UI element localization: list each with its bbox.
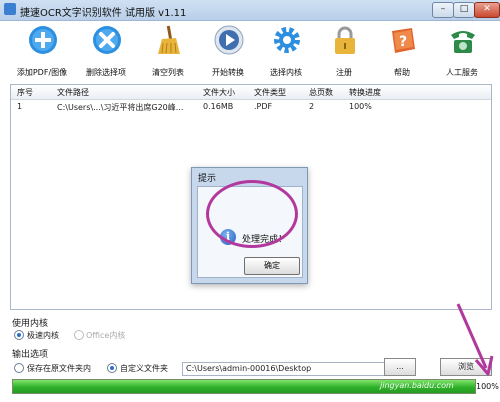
ok-button[interactable]: 确定: [244, 257, 300, 275]
watermark-text: jingyan.baidu.com: [380, 381, 454, 390]
column-header[interactable]: 文件路径: [57, 87, 89, 98]
engine-office-radio[interactable]: [74, 330, 84, 340]
gear-icon: [274, 27, 300, 53]
help-button[interactable]: ? 帮助: [372, 21, 432, 79]
highlight-ellipse: [206, 180, 298, 248]
column-header[interactable]: 总页数: [309, 87, 333, 98]
delete-selected-label: 删除选择项: [86, 68, 126, 77]
clear-list-button[interactable]: 清空列表: [138, 21, 198, 79]
row-page-count: 2: [309, 102, 315, 111]
delete-icon: [93, 26, 121, 54]
output-path-field[interactable]: C:\Users\admin-00016\Desktop: [182, 362, 385, 376]
table-row[interactable]: 1 C:\Users\...\习近平将出席G20峰... 0.16MB .PDF…: [11, 100, 491, 113]
add-icon: [29, 26, 57, 54]
browse-dots-button[interactable]: ...: [384, 358, 416, 376]
row-file-path: C:\Users\...\习近平将出席G20峰...: [57, 103, 184, 112]
column-header[interactable]: 文件类型: [254, 87, 286, 98]
output-section-label: 输出选项: [12, 350, 49, 360]
register-button[interactable]: 注册: [314, 21, 374, 79]
app-window: 捷速OCR文字识别软件 试用版 v1.11 – □ ✕ 添加PDF/图像 删除选…: [0, 0, 500, 402]
engine-fast-radio[interactable]: [14, 330, 24, 340]
row-file-type: .PDF: [254, 102, 273, 111]
engine-office-label: Office内核: [86, 331, 126, 340]
help-label: 帮助: [394, 68, 410, 77]
title-bar: 捷速OCR文字识别软件 试用版 v1.11 – □ ✕: [0, 0, 500, 21]
add-pdf-label: 添加PDF/图像: [16, 68, 68, 77]
window-title: 捷速OCR文字识别软件 试用版 v1.11: [20, 8, 187, 19]
select-engine-label: 选择内核: [270, 68, 302, 77]
column-header[interactable]: 转换进度: [349, 87, 381, 98]
save-original-radio[interactable]: [14, 363, 24, 373]
app-icon: [4, 3, 16, 15]
column-header[interactable]: 文件大小: [203, 87, 235, 98]
help-book-icon: ?: [392, 28, 415, 53]
dialog-title: 提示: [198, 174, 217, 184]
start-convert-button[interactable]: 开始转换: [198, 21, 258, 79]
add-pdf-button[interactable]: 添加PDF/图像: [12, 21, 72, 79]
start-convert-label: 开始转换: [212, 68, 244, 77]
file-list-header: 序号 文件路径 文件大小 文件类型 总页数 转换进度: [11, 85, 491, 100]
delete-selected-button[interactable]: 删除选择项: [76, 21, 136, 79]
save-original-label: 保存在原文件夹内: [27, 364, 91, 373]
broom-icon: [158, 25, 180, 54]
close-button[interactable]: ✕: [474, 2, 500, 18]
maximize-button[interactable]: □: [453, 2, 475, 18]
engine-fast-label: 极速内核: [27, 331, 59, 340]
toolbar: 添加PDF/图像 删除选择项 清空列表 开始转换 选择内核 注册 ? 帮助 人工…: [0, 21, 500, 81]
human-service-label: 人工服务: [446, 68, 478, 77]
row-file-size: 0.16MB: [203, 102, 234, 111]
clear-list-label: 清空列表: [152, 68, 184, 77]
register-label: 注册: [336, 68, 352, 77]
human-service-button[interactable]: 人工服务: [432, 21, 492, 79]
custom-folder-label: 自定义文件夹: [120, 364, 168, 373]
play-icon: [214, 25, 244, 55]
row-index: 1: [17, 102, 23, 111]
svg-text:?: ?: [399, 34, 407, 50]
phone-icon: [451, 31, 475, 53]
minimize-button[interactable]: –: [432, 2, 454, 18]
annotation-arrow: [456, 303, 494, 376]
custom-folder-radio[interactable]: [107, 363, 117, 373]
select-engine-button[interactable]: 选择内核: [256, 21, 316, 79]
engine-section-label: 使用内核: [12, 319, 49, 329]
column-header[interactable]: 序号: [17, 87, 33, 98]
row-progress: 100%: [349, 102, 372, 111]
lock-icon: [335, 26, 355, 54]
progress-percent: 100%: [476, 382, 499, 391]
